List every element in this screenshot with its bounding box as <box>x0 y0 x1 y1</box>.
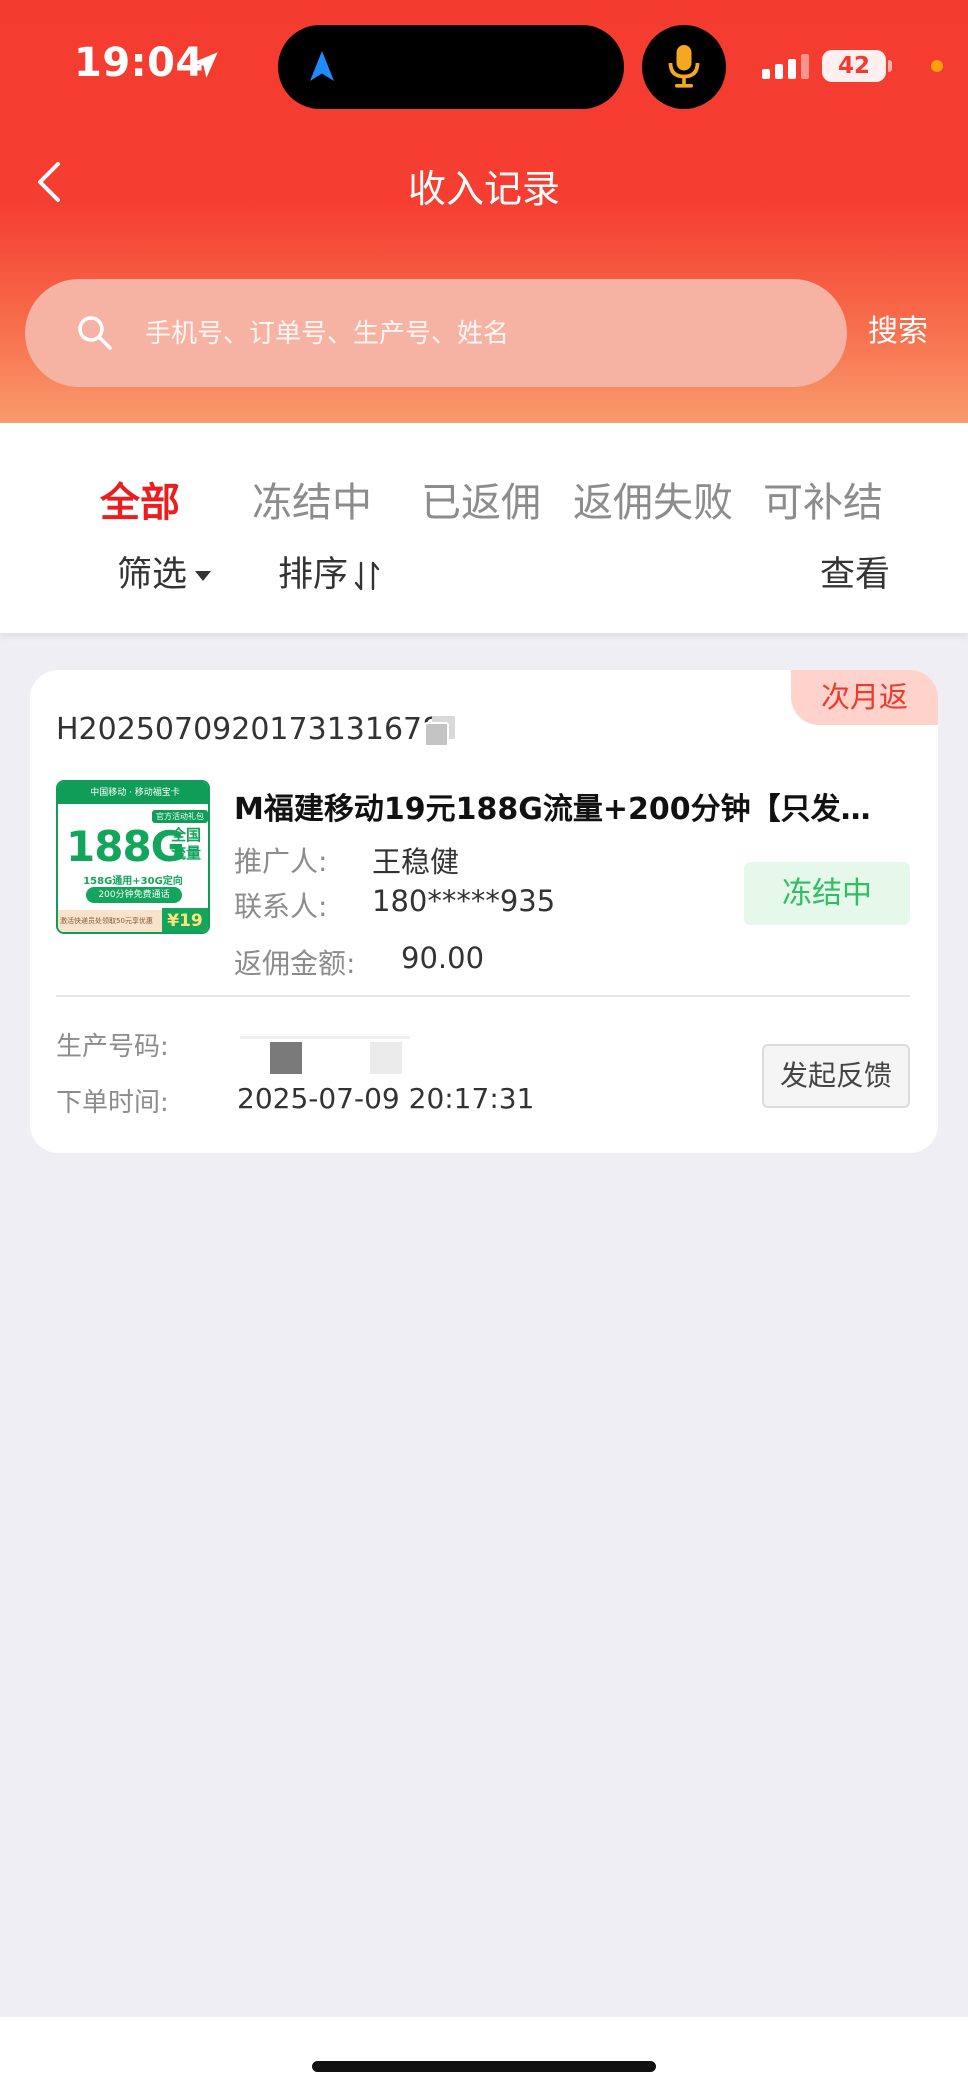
filter-button[interactable]: 筛选 <box>117 546 212 597</box>
sort-icon <box>354 561 380 591</box>
product-image: 中国移动 · 移动福宝卡 官方活动礼包 188G 全国流量 158G通用+30G… <box>56 780 210 934</box>
promoter-value: 王稳健 <box>372 845 460 879</box>
privacy-dot <box>931 60 943 72</box>
commission-label: 返佣金额: <box>234 947 356 980</box>
page: 19:04 42 收入记录 搜索 全部 冻结中 已返佣 返佣失败 可补结 筛选 … <box>0 0 968 2097</box>
copy-icon[interactable] <box>422 713 458 749</box>
product-image-detail: 158G通用+30G定向 <box>83 876 183 887</box>
product-image-scope: 全国流量 <box>170 826 201 862</box>
view-button[interactable]: 查看 <box>820 546 890 597</box>
microphone-icon <box>668 45 700 88</box>
location-arrow-icon <box>192 52 218 78</box>
filter-label: 筛选 <box>117 555 188 595</box>
page-title: 收入记录 <box>407 167 560 211</box>
order-number: H2025070920173131678 <box>56 712 442 747</box>
tab-all[interactable]: 全部 <box>100 470 180 528</box>
contact-label: 联系人: <box>234 890 328 923</box>
divider <box>56 995 910 997</box>
status-badge: 冻结中 <box>744 862 910 925</box>
home-indicator[interactable] <box>312 2061 656 2072</box>
order-time-label: 下单时间: <box>56 1088 169 1118</box>
product-image-footer-text: 激活快递员处领取50元享优惠 <box>60 917 153 925</box>
product-image-header: 中国移动 · 移动福宝卡 <box>58 782 208 804</box>
status-time: 19:04 <box>74 40 204 86</box>
caret-down-icon <box>195 571 212 581</box>
tab-rebate-failed[interactable]: 返佣失败 <box>573 470 733 528</box>
battery-icon: 42 <box>822 50 886 82</box>
search-icon <box>78 316 112 350</box>
navigation-icon <box>310 51 334 81</box>
search-button[interactable]: 搜索 <box>868 306 928 350</box>
tab-frozen[interactable]: 冻结中 <box>252 470 372 528</box>
product-image-minutes: 200分钟免费通话 <box>86 887 182 903</box>
feedback-button[interactable]: 发起反馈 <box>762 1044 910 1108</box>
promoter-label: 推广人: <box>234 845 328 878</box>
contact-value: 180*****935 <box>372 884 556 918</box>
sort-button[interactable]: 排序 <box>278 546 382 597</box>
search-input[interactable] <box>143 312 807 356</box>
tab-rebated[interactable]: 已返佣 <box>421 470 541 528</box>
filter-panel <box>0 423 968 633</box>
battery-cap <box>888 60 892 72</box>
tab-supplementable[interactable]: 可补结 <box>763 470 883 528</box>
order-time-value: 2025-07-09 20:17:31 <box>237 1082 535 1115</box>
product-image-price: ¥19 <box>162 908 208 932</box>
sort-label: 排序 <box>278 555 349 595</box>
production-number-label: 生产号码: <box>56 1032 169 1062</box>
rebate-type-badge: 次月返 <box>791 670 938 725</box>
signal-icon <box>762 54 809 79</box>
commission-value: 90.00 <box>401 941 485 975</box>
product-title: M福建移动19元188G流量+200分钟【只发福… <box>234 792 894 827</box>
bottom-bar <box>0 2017 968 2097</box>
production-number-redacted <box>240 1036 410 1074</box>
